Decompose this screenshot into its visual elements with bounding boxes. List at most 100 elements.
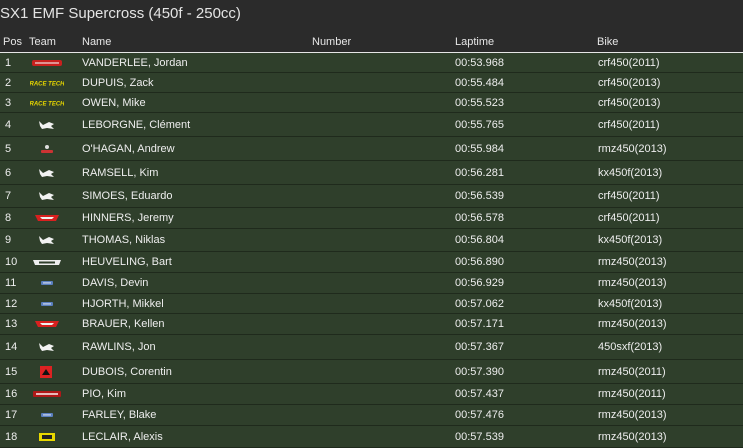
rider-name: LECLAIR, Alexis xyxy=(82,430,163,443)
white-bird-logo-icon xyxy=(30,167,64,179)
svg-text:RACE TECH: RACE TECH xyxy=(30,81,64,87)
row-position: 8 xyxy=(5,212,12,224)
lap-time: 00:56.890 xyxy=(455,256,504,268)
table-row[interactable]: 15 DUBOIS, Corentin 00:57.390 rmz450(2011) xyxy=(0,360,743,384)
blue-small-logo-icon xyxy=(30,298,64,310)
table-row[interactable]: 14 RAWLINS, Jon 00:57.367 450sxf(2013) xyxy=(0,335,743,360)
team-logo-red-script-icon xyxy=(30,57,64,69)
rider-name: BRAUER, Kellen xyxy=(82,318,165,330)
table-row[interactable]: 2 RACE TECH DUPUIS, Zack 00:55.484 crf450(20… xyxy=(0,73,743,93)
lap-time: 00:57.171 xyxy=(455,318,504,330)
fly-logo-icon xyxy=(30,318,64,330)
row-position: 13 xyxy=(5,318,18,330)
row-position: 3 xyxy=(5,96,12,109)
lap-time: 00:55.523 xyxy=(455,96,504,109)
header-laptime[interactable]: Laptime xyxy=(455,36,494,48)
row-position: 15 xyxy=(5,365,18,378)
table-row[interactable]: 16 PIO, Kim 00:57.437 rmz450(2011) xyxy=(0,384,743,405)
rider-name: HINNERS, Jeremy xyxy=(82,212,174,224)
gmc-logo-icon xyxy=(30,256,64,268)
yellow-logo-icon xyxy=(30,431,64,443)
row-position: 2 xyxy=(5,76,12,89)
header-number[interactable]: Number xyxy=(312,36,351,48)
row-position: 10 xyxy=(5,256,18,268)
bike-model: rmz450(2013) xyxy=(598,430,667,443)
ice-logo-icon xyxy=(30,388,64,400)
table-row[interactable]: 6 RAMSELL, Kim 00:56.281 kx450f(2013) xyxy=(0,161,743,185)
table-row[interactable]: 10 HEUVELING, Bart 00:56.890 rmz450(2013) xyxy=(0,252,743,273)
table-row[interactable]: 7 SIMOES, Eduardo 00:56.539 crf450(2011) xyxy=(0,185,743,208)
table-row[interactable]: 17 FARLEY, Blake 00:57.476 rmz450(2013) xyxy=(0,405,743,426)
lap-time: 00:55.765 xyxy=(455,118,504,131)
bike-model: rmz450(2013) xyxy=(598,277,667,289)
bike-model: rmz450(2011) xyxy=(598,365,666,378)
bike-model: kx450f(2013) xyxy=(598,234,663,246)
table-header: Pos Team Name Number Laptime Bike xyxy=(0,32,743,53)
lap-time: 00:57.062 xyxy=(455,297,504,310)
row-position: 11 xyxy=(5,277,17,289)
bike-model: crf450(2011) xyxy=(598,56,660,69)
row-position: 18 xyxy=(5,430,18,443)
small-rider-logo-icon xyxy=(30,143,64,155)
rider-name: LEBORGNE, Clément xyxy=(82,118,191,131)
lap-time: 00:57.367 xyxy=(455,341,504,353)
table-row[interactable]: 3 RACE TECH OWEN, Mike 00:55.523 crf450(2013… xyxy=(0,93,743,113)
table-row[interactable]: 1 VANDERLEE, Jordan 00:53.968 crf450(2011) xyxy=(0,53,743,73)
svg-text:RACE TECH: RACE TECH xyxy=(30,101,64,107)
table-row[interactable]: 9 THOMAS, Niklas 00:56.804 kx450f(2013) xyxy=(0,229,743,252)
lap-time: 00:57.539 xyxy=(455,430,504,443)
table-row[interactable]: 13 BRAUER, Kellen 00:57.171 rmz450(2013) xyxy=(0,314,743,335)
rider-name: RAMSELL, Kim xyxy=(82,166,159,179)
header-bike[interactable]: Bike xyxy=(597,36,618,48)
bike-model: kx450f(2013) xyxy=(598,166,663,179)
bike-model: kx450f(2013) xyxy=(598,297,663,310)
rider-name: PIO, Kim xyxy=(82,388,127,400)
row-position: 9 xyxy=(5,234,12,246)
bike-model: rmz450(2011) xyxy=(598,388,666,400)
table-row[interactable]: 5 O'HAGAN, Andrew 00:55.984 rmz450(2013) xyxy=(0,137,743,161)
bike-model: rmz450(2013) xyxy=(598,318,667,330)
bike-model: crf450(2011) xyxy=(598,118,660,131)
lap-time: 00:53.968 xyxy=(455,56,504,69)
rider-name: OWEN, Mike xyxy=(82,96,146,109)
row-position: 7 xyxy=(5,190,12,202)
white-bird-logo-icon xyxy=(30,190,64,202)
table-row[interactable]: 18 LECLAIR, Alexis 00:57.539 rmz450(2013) xyxy=(0,426,743,448)
red-square-logo-icon xyxy=(30,365,64,378)
lap-time: 00:56.281 xyxy=(455,166,504,179)
page-title: SX1 EMF Supercross (450f - 250cc) xyxy=(0,5,241,22)
results-table: 1 VANDERLEE, Jordan 00:53.968 crf450(2011) 2… xyxy=(0,53,743,448)
lap-time: 00:55.984 xyxy=(455,142,504,155)
bike-model: rmz450(2013) xyxy=(598,409,667,421)
rider-name: THOMAS, Niklas xyxy=(82,234,166,246)
table-row[interactable]: 8 HINNERS, Jeremy 00:56.578 crf450(2011) xyxy=(0,208,743,229)
table-row[interactable]: 11 DAVIS, Devin 00:56.929 rmz450(2013) xyxy=(0,273,743,294)
header-team[interactable]: Team xyxy=(29,36,56,48)
rider-name: DUBOIS, Corentin xyxy=(82,365,172,378)
rider-name: HEUVELING, Bart xyxy=(82,256,172,268)
row-position: 12 xyxy=(5,297,18,310)
race-tech-logo: RACE TECH xyxy=(30,77,64,89)
table-row[interactable]: 4 LEBORGNE, Clément 00:55.765 crf450(2011) xyxy=(0,113,743,137)
lap-time: 00:57.476 xyxy=(455,409,504,421)
rider-name: VANDERLEE, Jordan xyxy=(82,56,188,69)
row-position: 1 xyxy=(5,56,12,69)
row-position: 17 xyxy=(5,409,18,421)
white-bird-logo-icon xyxy=(30,234,64,246)
lap-time: 00:57.390 xyxy=(455,365,504,378)
bike-model: crf450(2013) xyxy=(598,96,661,109)
rider-name: SIMOES, Eduardo xyxy=(82,190,173,202)
lap-time: 00:56.804 xyxy=(455,234,504,246)
bike-model: rmz450(2013) xyxy=(598,142,667,155)
fly-logo-icon xyxy=(30,212,64,224)
white-bird-logo-icon xyxy=(30,341,64,353)
table-row[interactable]: 12 HJORTH, Mikkel 00:57.062 kx450f(2013) xyxy=(0,294,743,314)
bike-model: rmz450(2013) xyxy=(598,256,667,268)
blue-small-logo-icon xyxy=(30,409,64,421)
header-name[interactable]: Name xyxy=(82,36,111,48)
row-position: 14 xyxy=(5,341,18,353)
header-pos[interactable]: Pos xyxy=(3,36,22,48)
bike-model: crf450(2011) xyxy=(598,212,660,224)
row-position: 5 xyxy=(5,142,12,155)
race-tech-logo: RACE TECH xyxy=(30,97,64,109)
